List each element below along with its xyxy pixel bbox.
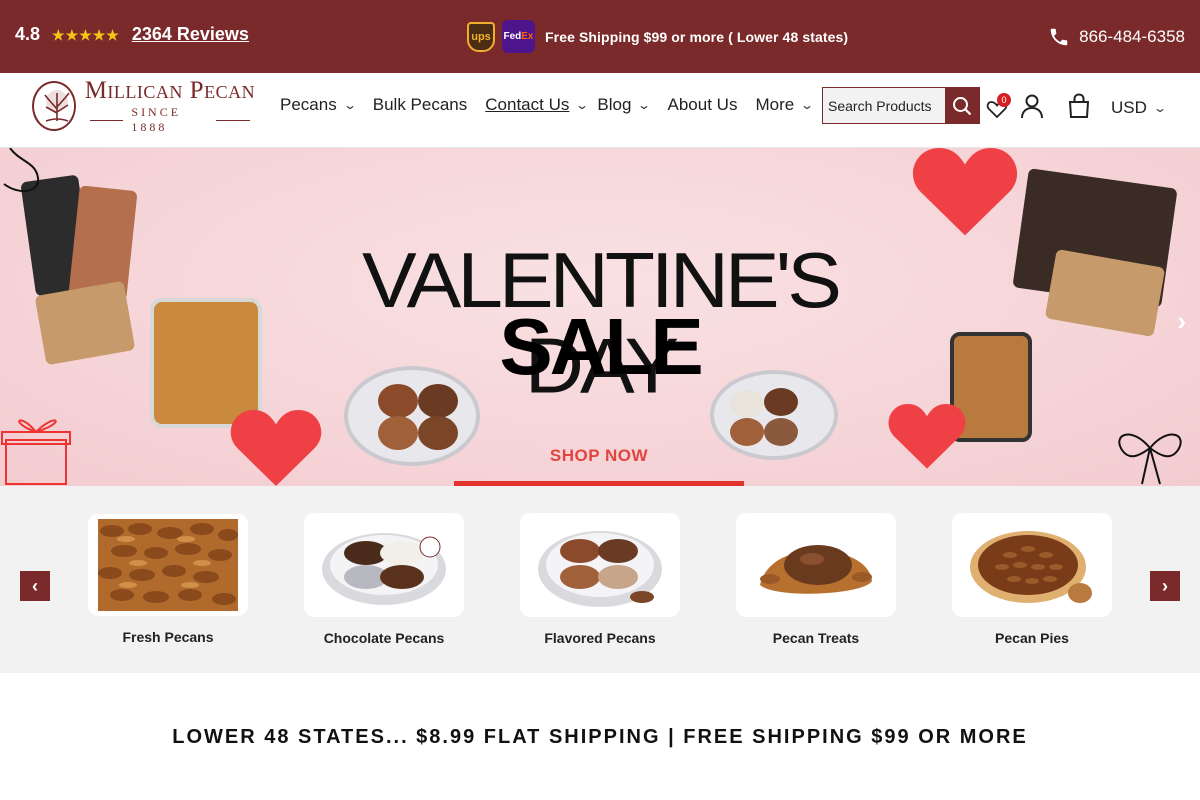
carousel-prev-button[interactable]: ‹ xyxy=(20,571,50,601)
cart-icon[interactable] xyxy=(1066,93,1092,119)
heart-icon xyxy=(888,404,966,469)
category-label: Chocolate Pecans xyxy=(323,630,445,646)
phone-number: 866-484-6358 xyxy=(1079,27,1185,46)
tree-logo-icon xyxy=(32,81,76,131)
search-icon xyxy=(953,96,972,115)
rating-score: 4.8 xyxy=(15,24,41,44)
logo-since: SINCE 1888 xyxy=(82,105,258,135)
phone-icon xyxy=(1050,28,1068,46)
chevron-down-icon: ⌄ xyxy=(1152,101,1167,115)
account-icon[interactable] xyxy=(1020,93,1044,119)
shipping-notice: LOWER 48 STATES... $8.99 FLAT SHIPPING |… xyxy=(172,726,1028,748)
category-pecan-treats[interactable]: Pecan Treats xyxy=(736,513,896,646)
shipping-banner: ups Fed Ex Free Shipping $99 or more ( Lo… xyxy=(467,20,848,53)
logo-name: Millican Pecan xyxy=(84,77,256,104)
currency-selector[interactable]: USD ⌄ xyxy=(1111,98,1167,118)
shipping-text: Free Shipping $99 or more ( Lower 48 sta… xyxy=(545,28,849,45)
chocolate-tin-image xyxy=(304,513,464,617)
bow-outline-icon xyxy=(1118,433,1182,485)
star-icon: ★ xyxy=(92,26,106,43)
review-rating[interactable]: 4.8 ★ ★ ★ ★ ★ 2364 Reviews xyxy=(15,24,249,45)
logo-wordmark: Millican Pecan SINCE 1888 xyxy=(82,77,258,135)
carousel-next-button[interactable]: › xyxy=(1150,571,1180,601)
site-logo[interactable]: Millican Pecan SINCE 1888 xyxy=(32,77,258,135)
star-icon: ★ xyxy=(106,26,119,43)
nav-item-more[interactable]: More ⌄ xyxy=(755,95,815,115)
bow-outline-icon xyxy=(3,148,40,193)
category-carousel: ‹ Fresh Pecans Chocolate Pecans Flavored… xyxy=(0,486,1200,673)
nav-item-blog[interactable]: Blog ⌄ xyxy=(597,95,652,115)
category-fresh-pecans[interactable]: Fresh Pecans xyxy=(88,514,248,645)
chevron-down-icon: ⌄ xyxy=(342,98,357,112)
popcorn-tin-image xyxy=(150,298,262,428)
search-input[interactable] xyxy=(823,88,945,123)
chevron-down-icon: ⌄ xyxy=(800,98,815,112)
hero-banner[interactable]: VALENTINE'S DAY SALE SHOP NOW › xyxy=(0,148,1200,486)
site-header: Millican Pecan SINCE 1888 Pecans ⌄ Bulk P… xyxy=(0,73,1200,148)
category-label: Pecan Treats xyxy=(772,630,860,646)
category-label: Pecan Pies xyxy=(995,630,1069,646)
announcement-bar: 4.8 ★ ★ ★ ★ ★ 2364 Reviews ups Fed Ex Fre… xyxy=(0,0,1200,73)
chevron-down-icon: ⌄ xyxy=(575,98,590,112)
category-label: Flavored Pecans xyxy=(544,630,656,646)
hero-title-line2: SALE xyxy=(499,302,703,391)
main-nav: Pecans ⌄ Bulk Pecans Contact Us ⌄ Blog ⌄ Ab… xyxy=(280,95,830,115)
search-box xyxy=(822,87,980,124)
rating-stars: ★ ★ ★ ★ ★ xyxy=(52,26,120,44)
category-pecan-pies[interactable]: Pecan Pies xyxy=(952,513,1112,646)
search-button[interactable] xyxy=(945,88,979,123)
nav-item-about-us[interactable]: About Us xyxy=(668,95,738,115)
ups-logo-icon: ups xyxy=(467,21,495,52)
pecan-pie-image xyxy=(952,513,1112,617)
reviews-link[interactable]: 2364 Reviews xyxy=(132,24,249,45)
flavored-tin-image xyxy=(520,513,680,617)
category-chocolate-pecans[interactable]: Chocolate Pecans xyxy=(304,513,464,646)
star-icon: ★ xyxy=(65,26,79,43)
pecan-halves-image xyxy=(88,514,248,616)
fedex-logo-icon: Fed Ex xyxy=(502,20,535,53)
shop-now-button[interactable]: SHOP NOW xyxy=(454,438,744,486)
hero-next-arrow-icon[interactable]: › xyxy=(1177,306,1186,337)
gift-outline-icon xyxy=(1,419,71,485)
category-label: Fresh Pecans xyxy=(122,629,214,645)
phone-link[interactable]: 866-484-6358 xyxy=(1048,26,1185,48)
nav-item-contact-us[interactable]: Contact Us ⌄ xyxy=(485,95,590,115)
nav-item-bulk-pecans[interactable]: Bulk Pecans xyxy=(373,95,468,115)
wishlist-count-badge: 0 xyxy=(997,93,1011,107)
pecan-turtle-image xyxy=(736,513,896,617)
star-icon: ★ xyxy=(52,26,65,43)
star-icon: ★ xyxy=(79,26,92,43)
category-flavored-pecans[interactable]: Flavored Pecans xyxy=(520,513,680,646)
heart-icon xyxy=(230,410,322,486)
nav-item-pecans[interactable]: Pecans ⌄ xyxy=(280,95,357,115)
heart-icon xyxy=(912,148,1018,236)
chevron-down-icon: ⌄ xyxy=(637,98,652,112)
